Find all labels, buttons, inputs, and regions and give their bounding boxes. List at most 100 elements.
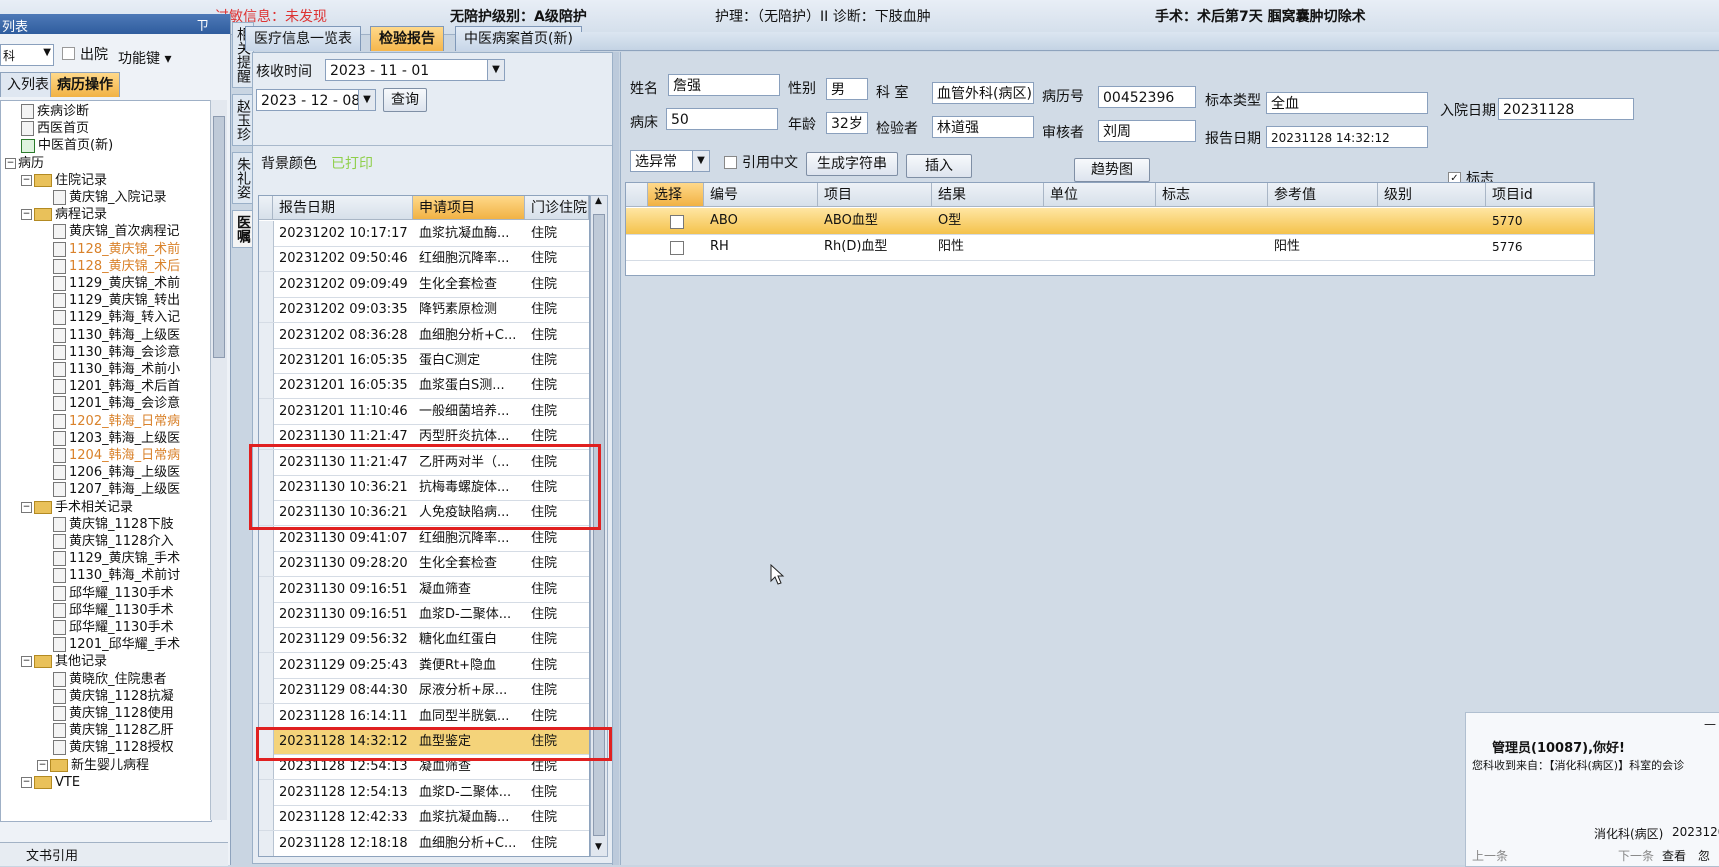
tree-node[interactable]: 1129_黄庆锦_术前 [53, 275, 180, 292]
date-to-field[interactable]: 2023 - 12 - 08 ▼ [256, 89, 376, 111]
tree-node[interactable]: 1206_韩海_上级医 [53, 464, 180, 481]
header-result[interactable]: 结果 [932, 183, 1044, 207]
row-indicator[interactable] [259, 322, 274, 348]
side-tab-person-1[interactable]: 赵玉珍 [232, 94, 254, 146]
cite-chinese-checkbox[interactable] [724, 156, 737, 169]
tree-node[interactable]: 邱华耀_1130手术 [53, 619, 174, 636]
header-item-id[interactable]: 项目id [1486, 183, 1594, 207]
row-indicator[interactable] [259, 652, 274, 678]
tree-node[interactable]: 邱华耀_1130手术 [53, 585, 174, 602]
table-row[interactable]: 20231202 10:17:17 血浆抗凝血酶... 住院 [259, 221, 589, 247]
tree-node[interactable]: 1129_黄庆锦_手术 [53, 550, 180, 567]
row-indicator[interactable] [259, 627, 274, 653]
table-row[interactable]: 20231201 16:05:35 蛋白C测定 住院 [259, 348, 589, 374]
insert-button[interactable]: 插入 [906, 154, 972, 178]
table-row[interactable]: 20231202 08:36:28 血细胞分析+C... 住院 [259, 322, 589, 349]
query-button[interactable]: 查询 [383, 88, 427, 112]
chevron-down-icon[interactable]: ▼ [487, 60, 504, 80]
header-flag[interactable]: 标志 [1156, 183, 1268, 207]
header-report-date[interactable]: 报告日期 [273, 196, 413, 220]
tab-patient-list[interactable]: 入列表 [0, 72, 56, 97]
generate-string-button[interactable]: 生成字符串 [806, 152, 898, 176]
header-select[interactable]: 选择 [648, 183, 704, 207]
close-icon[interactable]: — [1704, 717, 1716, 731]
pin-icon[interactable]: ㄗ [196, 15, 209, 34]
tree-node[interactable]: 1130_韩海_术前小 [53, 361, 180, 378]
tree-expander-icon[interactable]: − [5, 157, 16, 169]
tree-expander-icon[interactable]: − [21, 209, 32, 221]
tree-node[interactable]: 黄庆锦_1128抗凝 [53, 688, 174, 705]
tree-expander-icon[interactable]: − [21, 174, 32, 186]
tree-node[interactable]: 黄庆锦_1128使用 [53, 705, 174, 722]
tree-node[interactable]: 黄庆锦_1128下肢 [53, 516, 174, 533]
tree-node[interactable]: 1204_韩海_日常病 [53, 447, 180, 464]
function-key-button[interactable]: 功能键 ▾ [118, 48, 171, 68]
table-row[interactable]: 20231202 09:03:35 降钙素原检测 住院 [259, 297, 589, 324]
tree-node[interactable]: − 手术相关记录 [21, 499, 133, 516]
tree-node[interactable]: − VTE [21, 774, 80, 791]
tree-node[interactable]: 1207_韩海_上级医 [53, 481, 180, 498]
row-indicator[interactable] [259, 678, 274, 704]
chevron-down-icon[interactable]: ▼ [358, 90, 375, 110]
tree-node[interactable]: 黄庆锦_入院记录 [53, 189, 167, 206]
select-all-corner[interactable] [626, 183, 648, 207]
scroll-down-icon[interactable]: ▼ [592, 842, 605, 856]
tree-node[interactable]: 邱华耀_1130手术 [53, 602, 174, 619]
tree-node[interactable]: 1130_韩海_会诊意 [53, 344, 180, 361]
chevron-down-icon[interactable]: ▼ [692, 151, 709, 171]
row-indicator[interactable] [259, 805, 274, 831]
tree-scrollbar[interactable] [210, 100, 227, 820]
tree-node[interactable]: − 住院记录 [21, 172, 107, 189]
header-level[interactable]: 级别 [1378, 183, 1486, 207]
row-indicator[interactable] [259, 576, 274, 602]
table-row[interactable]: 20231130 09:16:51 凝血筛查 住院 [259, 576, 589, 603]
tree-expander-icon[interactable]: − [21, 501, 32, 513]
table-row[interactable]: 20231130 09:16:51 血浆D-二聚体... 住院 [259, 602, 589, 628]
row-indicator[interactable] [259, 373, 274, 399]
row-indicator[interactable] [259, 271, 274, 297]
table-row[interactable]: 20231202 09:50:46 红细胞沉降率... 住院 [259, 246, 589, 273]
row-indicator[interactable] [259, 246, 274, 272]
side-tab-person-2[interactable]: 朱礼姿 [232, 152, 254, 204]
notification-prev-link[interactable]: 上一条 [1472, 847, 1508, 864]
tree-node[interactable]: 黄庆锦_1128乙肝 [53, 722, 174, 739]
tree-node[interactable]: 1129_韩海_转入记 [53, 309, 180, 326]
date-from-field[interactable]: 2023 - 11 - 01 ▼ [325, 59, 505, 81]
notification-next-link[interactable]: 下一条 [1618, 847, 1654, 864]
table-row[interactable]: 20231130 09:28:20 生化全套检查 住院 [259, 551, 589, 578]
result-row[interactable]: ABO ABO血型 O型 5770 [626, 208, 1594, 235]
tree-node[interactable]: 1128_黄庆锦_术前 [53, 241, 180, 258]
row-indicator[interactable] [259, 348, 274, 373]
discharge-checkbox[interactable] [62, 47, 75, 60]
table-row[interactable]: 20231129 09:25:43 粪便Rt+隐血 住院 [259, 652, 589, 679]
table-row[interactable]: 20231201 11:10:46 一般细菌培养... 住院 [259, 398, 589, 425]
header-reference[interactable]: 参考值 [1268, 183, 1378, 207]
notification-ignore-link[interactable]: 忽 [1698, 847, 1710, 864]
row-indicator[interactable] [259, 551, 274, 577]
row-indicator[interactable] [259, 221, 274, 246]
table-row[interactable]: 20231202 09:09:49 生化全套检查 住院 [259, 271, 589, 298]
tree-node[interactable]: 西医首页 [21, 120, 89, 137]
left-combo[interactable]: 科 ▼ [0, 44, 54, 66]
notification-message[interactable]: 您科收到来自：【消化科(病区)】科室的会诊 [1472, 757, 1716, 773]
scroll-up-icon[interactable]: ▲ [592, 196, 605, 210]
tree-node[interactable]: 1128_黄庆锦_术后 [53, 258, 180, 275]
table-row[interactable]: 20231128 12:54:13 血浆D-二聚体... 住院 [259, 779, 589, 806]
row-select-checkbox[interactable] [670, 215, 684, 229]
tree-node[interactable]: − 其他记录 [21, 653, 107, 670]
tree-node[interactable]: 1130_韩海_上级医 [53, 327, 180, 344]
tree-node[interactable]: 中医首页(新) [21, 137, 113, 154]
tree-node[interactable]: 黄庆锦_首次病程记 [53, 223, 180, 240]
tree-node[interactable]: − 病程记录 [21, 206, 107, 223]
tree-node[interactable]: 黄庆锦_1128介入 [53, 533, 174, 550]
table-row[interactable]: 20231128 12:42:33 血浆抗凝血酶... 住院 [259, 805, 589, 832]
doc-reference-label[interactable]: 文书引用 [26, 845, 78, 864]
tab-tcm-homepage[interactable]: 中医病案首页(新) [455, 26, 582, 51]
tree-node[interactable]: − 病历 [5, 155, 44, 172]
filter-select[interactable]: 选异常 ▼ [630, 150, 710, 172]
header-item[interactable]: 项目 [818, 183, 932, 207]
tree-expander-icon[interactable]: − [37, 759, 48, 771]
tab-record-ops[interactable]: 病历操作 [50, 72, 120, 97]
tree-node[interactable]: 1202_韩海_日常病 [53, 413, 180, 430]
tree-expander-icon[interactable]: − [21, 656, 32, 668]
